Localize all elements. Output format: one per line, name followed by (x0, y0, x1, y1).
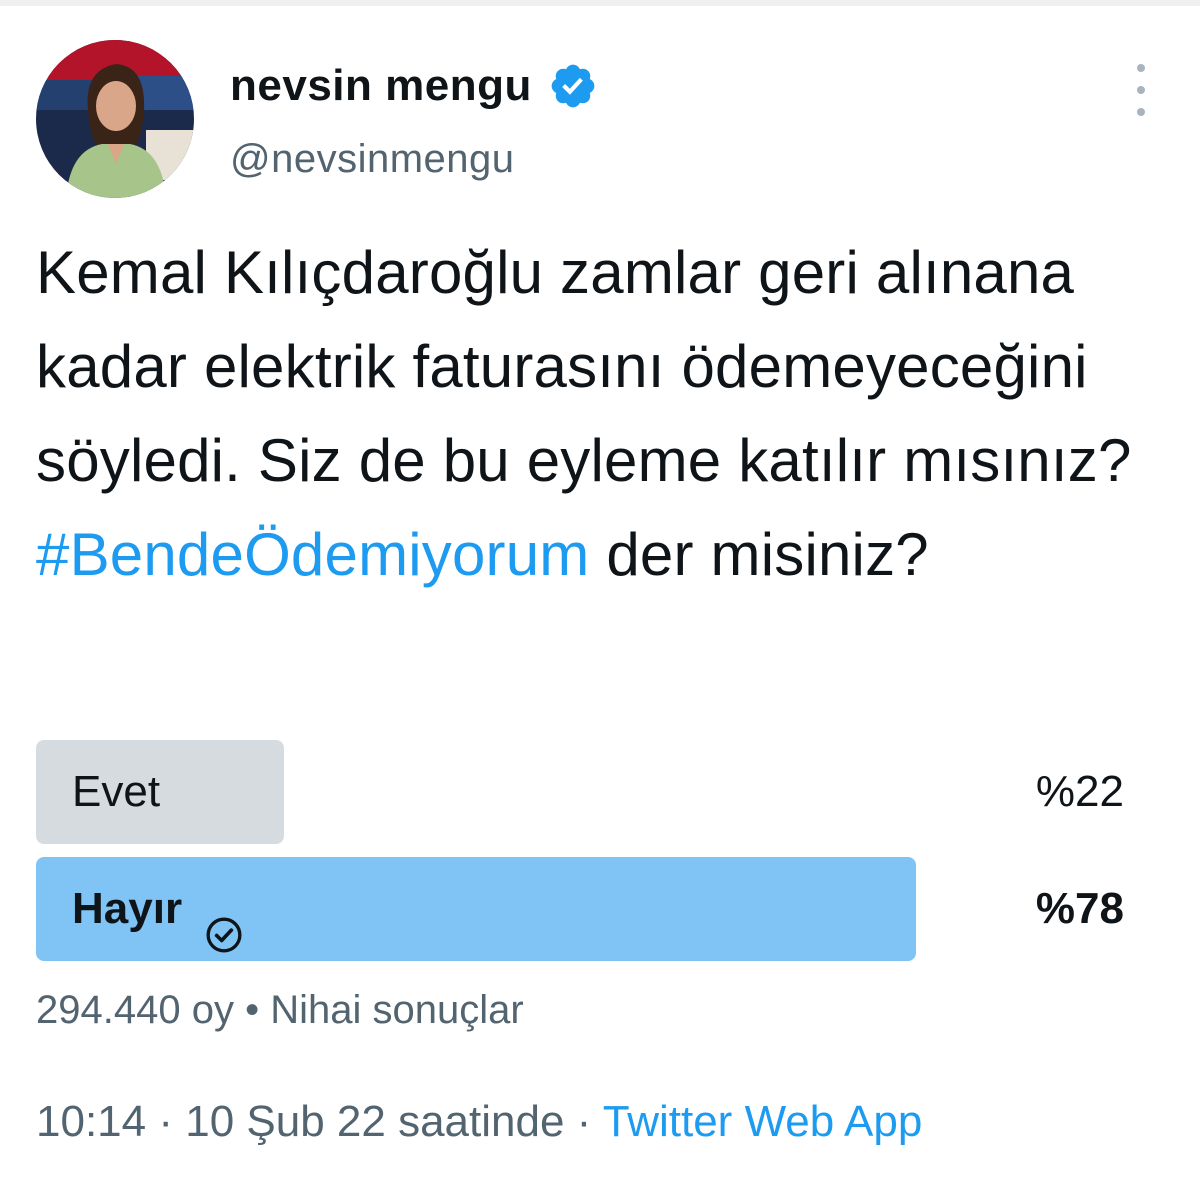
author-name-text[interactable]: nevsin mengu (230, 58, 532, 114)
poll-percent-evet: %22 (1035, 767, 1124, 816)
tweet-body-suffix: der misiniz? (606, 521, 929, 588)
more-dot (1137, 64, 1145, 72)
author-display-name[interactable]: nevsin mengu (230, 58, 598, 114)
tweet-time[interactable]: 10:14 (36, 1097, 146, 1146)
poll-meta-separator: • (245, 988, 260, 1032)
tweet-text: Kemal Kılıçdaroğlu zamlar geri alınana k… (36, 226, 1176, 602)
tweet-body: Kemal Kılıçdaroğlu zamlar geri alınana k… (36, 239, 1132, 494)
tweet-source-link[interactable]: Twitter Web App (603, 1097, 923, 1146)
more-options-icon[interactable] (1124, 64, 1158, 116)
tweet-date[interactable]: 10 Şub 22 saatinde (185, 1097, 564, 1146)
verified-badge-icon (548, 61, 598, 111)
selected-choice-icon (204, 889, 244, 953)
poll-vote-count: 294.440 oy (36, 988, 234, 1032)
more-dot (1137, 86, 1145, 94)
avatar-image (36, 40, 194, 198)
tweet-metadata: 10:14 · 10 Şub 22 saatinde · Twitter Web… (36, 1092, 922, 1152)
author-handle[interactable]: @nevsinmengu (230, 134, 515, 184)
poll-option-evet: Evet (72, 740, 160, 844)
poll-option-hayir: Hayır (72, 857, 244, 961)
meta-separator: · (576, 1097, 592, 1146)
poll-option-label: Hayır (72, 884, 183, 933)
poll-meta: 294.440 oy • Nihai sonuçlar (36, 982, 524, 1038)
poll-percent-hayir: %78 (1035, 884, 1124, 933)
top-divider (0, 0, 1200, 6)
more-dot (1137, 108, 1145, 116)
poll-status: Nihai sonuçlar (270, 988, 524, 1032)
user-avatar[interactable] (36, 40, 194, 198)
poll-option-label: Evet (72, 767, 161, 816)
meta-separator: · (158, 1097, 173, 1146)
hashtag-link[interactable]: #BendeÖdemiyorum (36, 521, 589, 588)
